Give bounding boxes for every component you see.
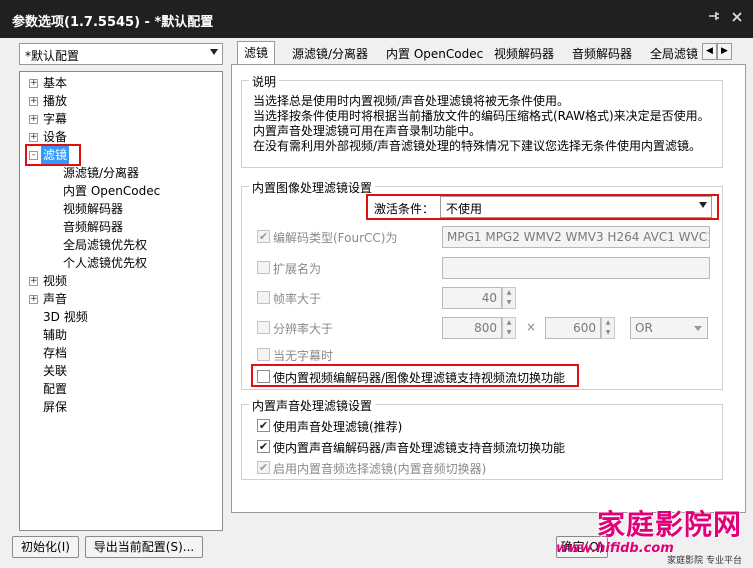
audio-selector-label: 启用内置音频选择滤镜(内置音频切换器)	[273, 462, 487, 476]
res-height-stepper[interactable]: ▲ ▼	[601, 317, 615, 339]
chevron-down-icon	[694, 326, 702, 331]
window-title: 参数选项(1.7.5545) - *默认配置	[12, 15, 214, 30]
tree-item-personal-priority[interactable]: 个人滤镜优先权	[63, 254, 147, 272]
expand-icon[interactable]: +	[29, 133, 38, 142]
preset-dropdown[interactable]: *默认配置	[19, 43, 223, 65]
tree-item-screensaver[interactable]: 屏保	[43, 398, 67, 416]
tree-item-association[interactable]: 关联	[43, 362, 67, 380]
close-icon[interactable]	[727, 9, 747, 29]
settings-tree[interactable]: + 基本 + 播放 + 字幕 + 设备 - 滤镜 源滤镜/分离器 内置 Open…	[19, 71, 223, 531]
expand-icon[interactable]: +	[29, 115, 38, 124]
tab-scroll-right-icon[interactable]: ▶	[717, 43, 732, 60]
use-audio-filter-checkbox[interactable]: ✔	[257, 419, 270, 432]
tree-item-3d-video[interactable]: 3D 视频	[43, 308, 88, 326]
watermark-sub: 家庭影院 专业平台	[667, 556, 742, 566]
highlight-box	[25, 144, 81, 166]
filters-panel: 说明 当选择总是使用时内置视频/声音处理滤镜将被无条件使用。 当选择按条件使用时…	[231, 64, 746, 513]
audio-selector-checkbox[interactable]: ✔	[257, 461, 270, 474]
fourcc-label: 编解码类型(FourCC)为	[273, 231, 398, 245]
fps-checkbox[interactable]	[257, 291, 270, 304]
res-label: 分辨率大于	[273, 322, 334, 336]
fps-stepper[interactable]: ▲ ▼	[502, 287, 516, 309]
tree-item-source-filter[interactable]: 源滤镜/分离器	[63, 164, 139, 182]
tree-item-basic[interactable]: 基本	[43, 74, 67, 92]
expand-icon[interactable]: +	[29, 277, 38, 286]
tree-item-sound[interactable]: 声音	[43, 290, 67, 308]
use-audio-filter-label: 使用声音处理滤镜(推荐)	[273, 420, 403, 434]
times-sign: ×	[526, 320, 537, 334]
tree-item-video-decoder[interactable]: 视频解码器	[63, 200, 123, 218]
tab-source-filter[interactable]: 源滤镜/分离器	[285, 42, 375, 64]
ext-input[interactable]	[442, 257, 710, 279]
tab-global-filter[interactable]: 全局滤镜	[643, 42, 701, 64]
highlight-box	[251, 364, 579, 387]
highlight-box	[366, 194, 719, 220]
tree-item-video[interactable]: 视频	[43, 272, 67, 290]
tree-item-subtitle[interactable]: 字幕	[43, 110, 67, 128]
fourcc-checkbox[interactable]: ✔	[257, 230, 270, 243]
tree-item-audio-decoder[interactable]: 音频解码器	[63, 218, 123, 236]
fps-label: 帧率大于	[273, 292, 322, 306]
watermark: 家庭影院网 www.hifidb.com 家庭影院 专业平台	[536, 503, 748, 566]
image-filter-title: 内置图像处理滤镜设置	[249, 179, 376, 196]
res-height-input[interactable]: 600	[545, 317, 601, 339]
tab-video-decoder[interactable]: 视频解码器	[487, 42, 561, 64]
pin-icon[interactable]	[704, 9, 724, 29]
description-title: 说明	[249, 73, 280, 90]
tab-filters[interactable]: 滤镜	[237, 41, 276, 65]
init-button[interactable]: 初始化(I)	[12, 536, 79, 558]
res-checkbox[interactable]	[257, 321, 270, 334]
expand-icon[interactable]: +	[29, 97, 38, 106]
tree-item-global-priority[interactable]: 全局滤镜优先权	[63, 236, 147, 254]
res-width-stepper[interactable]: ▲ ▼	[502, 317, 516, 339]
tree-item-config[interactable]: 配置	[43, 380, 67, 398]
description-line: 在没有需利用外部视频/声音滤镜处理的特殊情况下建议您选择无条件使用内置滤镜。	[253, 139, 702, 153]
ext-checkbox[interactable]	[257, 261, 270, 274]
tree-item-opencodec[interactable]: 内置 OpenCodec	[63, 182, 160, 200]
preset-dropdown-value: *默认配置	[25, 49, 80, 63]
export-config-button[interactable]: 导出当前配置(S)...	[85, 536, 203, 558]
res-operator-value: OR	[635, 321, 653, 335]
fps-input[interactable]: 40	[442, 287, 502, 309]
tab-audio-decoder[interactable]: 音频解码器	[565, 42, 639, 64]
tab-scroll-left-icon[interactable]: ◀	[702, 43, 717, 60]
res-operator-select[interactable]: OR	[630, 317, 708, 339]
audio-switch-checkbox[interactable]: ✔	[257, 440, 270, 453]
title-bar: 参数选项(1.7.5545) - *默认配置	[0, 0, 753, 38]
watermark-url: www.hifidb.com	[556, 541, 674, 556]
tree-item-archive[interactable]: 存档	[43, 344, 67, 362]
chevron-down-icon	[210, 49, 218, 55]
nosub-checkbox[interactable]	[257, 348, 270, 361]
expand-icon[interactable]: +	[29, 79, 38, 88]
fourcc-input[interactable]: MPG1 MPG2 WMV2 WMV3 H264 AVC1 WVC1	[442, 226, 710, 248]
expand-icon[interactable]: +	[29, 295, 38, 304]
tab-opencodec[interactable]: 内置 OpenCodec	[379, 42, 490, 64]
tree-item-assist[interactable]: 辅助	[43, 326, 67, 344]
audio-switch-label: 使内置声音编解码器/声音处理滤镜支持音频流切换功能	[273, 441, 566, 455]
watermark-name: 家庭影院网	[596, 508, 742, 541]
nosub-label: 当无字幕时	[273, 349, 334, 363]
res-width-input[interactable]: 800	[442, 317, 502, 339]
ext-label: 扩展名为	[273, 262, 322, 276]
tree-item-playback[interactable]: 播放	[43, 92, 67, 110]
audio-filter-title: 内置声音处理滤镜设置	[249, 397, 376, 414]
